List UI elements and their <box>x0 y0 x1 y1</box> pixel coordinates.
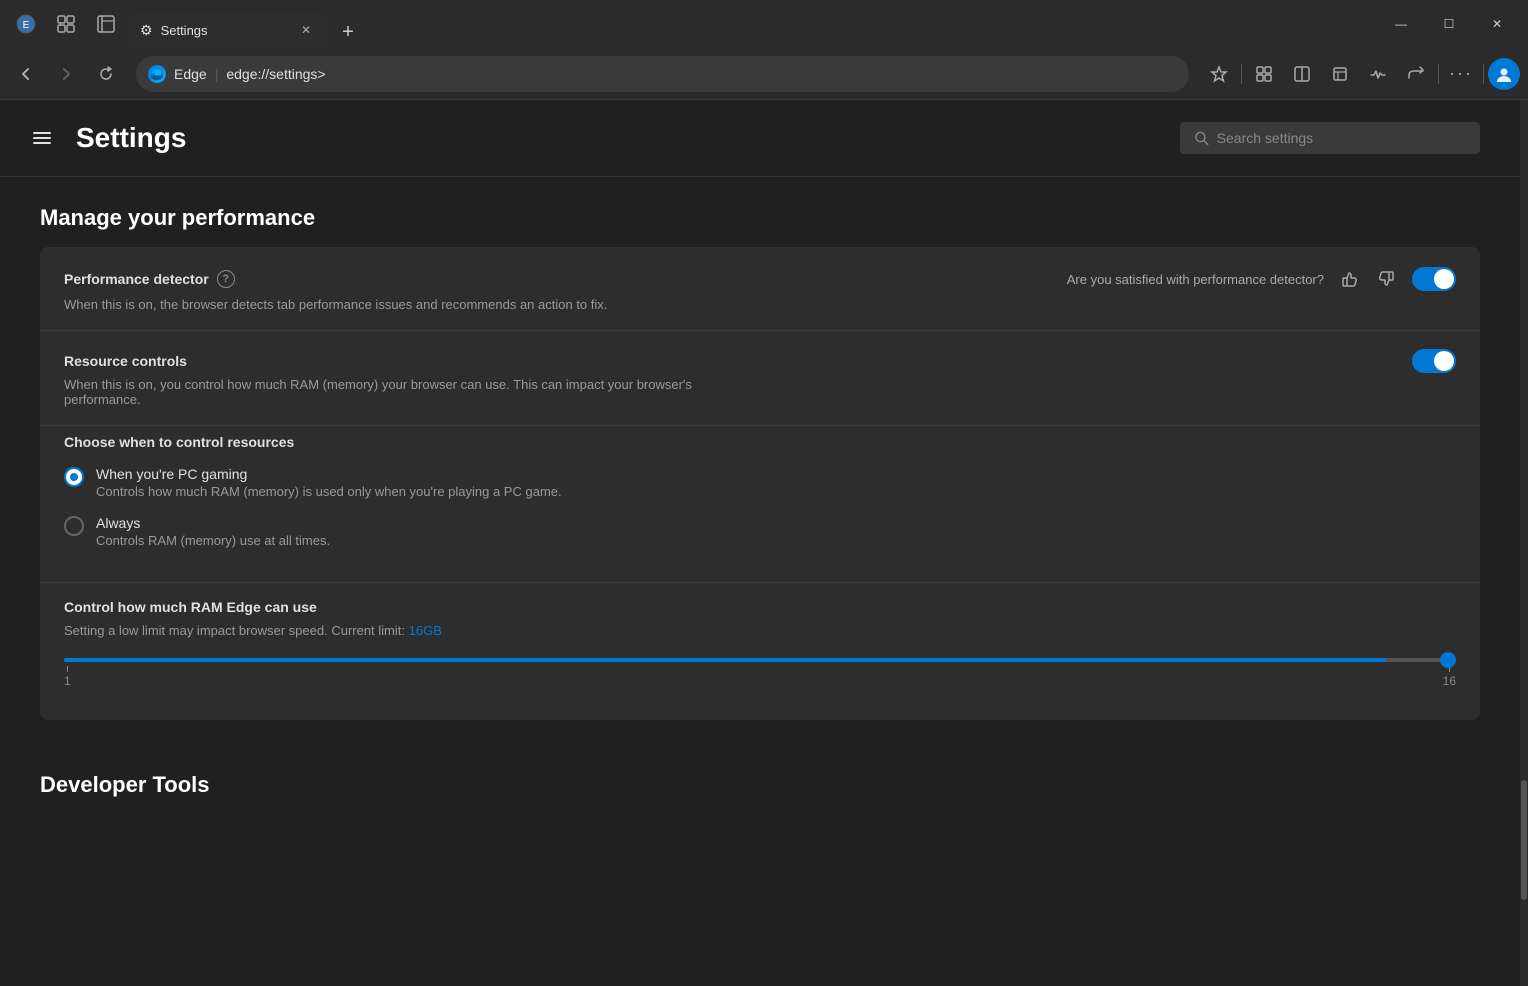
profile-button[interactable] <box>1488 58 1520 90</box>
maximize-button[interactable]: ☐ <box>1426 0 1472 48</box>
favorites-button[interactable] <box>1201 56 1237 92</box>
new-tab-button[interactable]: + <box>332 16 364 48</box>
slider-labels: 1 16 <box>64 666 1456 688</box>
resource-controls-header: Resource controls <box>64 349 1456 373</box>
profile-icon-btn[interactable]: E <box>8 6 44 42</box>
title-bar-left: E <box>8 6 124 42</box>
slider-current-limit[interactable]: 16GB <box>409 623 442 638</box>
close-button[interactable]: ✕ <box>1474 0 1520 48</box>
settings-header-left: Settings <box>24 120 186 156</box>
performance-detector-row: Performance detector ? Are you satisfied… <box>40 247 1480 331</box>
tab-area: ⚙ Settings ✕ + <box>128 0 1374 48</box>
radio-always-button[interactable] <box>64 516 84 536</box>
more-button[interactable]: ··· <box>1443 56 1479 92</box>
developer-tools-section: Developer Tools <box>40 744 1480 814</box>
search-settings-box[interactable] <box>1180 122 1480 154</box>
slider-max-value: 16 <box>1443 674 1456 688</box>
collections-button[interactable] <box>1322 56 1358 92</box>
window-controls: — ☐ ✕ <box>1378 0 1520 48</box>
radio-always-desc: Controls RAM (memory) use at all times. <box>96 533 330 548</box>
search-icon <box>1194 130 1209 146</box>
radio-always-text: Always Controls RAM (memory) use at all … <box>96 515 330 548</box>
edge-logo <box>148 65 166 83</box>
settings-content: Settings Manage your performance Perform… <box>0 100 1520 986</box>
resource-controls-row: Resource controls When this is on, you c… <box>40 331 1480 426</box>
slider-container: 1 16 <box>64 650 1456 696</box>
slider-section: Control how much RAM Edge can use Settin… <box>40 582 1480 720</box>
nav-bar: Edge | edge://settings> <box>0 48 1528 100</box>
tab-close-btn[interactable]: ✕ <box>296 20 316 40</box>
performance-detector-toggle[interactable] <box>1412 267 1456 291</box>
resource-controls-toggle[interactable] <box>1412 349 1456 373</box>
minimize-button[interactable]: — <box>1378 0 1424 48</box>
title-bar: E ⚙ Settings ✕ + — ☐ <box>0 0 1528 48</box>
tab-settings-icon: ⚙ <box>140 22 153 39</box>
feedback-text: Are you satisfied with performance detec… <box>1067 272 1324 287</box>
settings-body: Manage your performance Performance dete… <box>0 177 1520 854</box>
svg-text:E: E <box>23 20 30 31</box>
slider-min-label: 1 <box>64 666 71 688</box>
url-text: edge://settings> <box>226 66 325 82</box>
performance-detector-desc: When this is on, the browser detects tab… <box>64 297 764 312</box>
extensions-button[interactable] <box>1246 56 1282 92</box>
main-area: Settings Manage your performance Perform… <box>0 100 1528 986</box>
refresh-button[interactable] <box>88 56 124 92</box>
radio-gaming-text: When you're PC gaming Controls how much … <box>96 466 562 499</box>
performance-section-title: Manage your performance <box>40 177 1480 247</box>
url-separator: | <box>215 66 219 82</box>
workspaces-btn[interactable] <box>48 6 84 42</box>
settings-header: Settings <box>0 100 1520 177</box>
vertical-tabs-btn[interactable] <box>88 6 124 42</box>
hamburger-button[interactable] <box>24 120 60 156</box>
share-button[interactable] <box>1398 56 1434 92</box>
browser-name: Edge <box>174 66 207 82</box>
page-title: Settings <box>76 122 186 154</box>
radio-always-label: Always <box>96 515 330 531</box>
search-settings-input[interactable] <box>1217 130 1466 146</box>
settings-tab[interactable]: ⚙ Settings ✕ <box>128 12 328 48</box>
slider-desc: Setting a low limit may impact browser s… <box>64 623 1456 638</box>
performance-detector-title: Performance detector <box>64 271 209 287</box>
nav-divider-2 <box>1438 64 1439 84</box>
address-bar[interactable]: Edge | edge://settings> <box>136 56 1189 92</box>
nav-divider-1 <box>1241 64 1242 84</box>
performance-detector-right: Are you satisfied with performance detec… <box>1067 265 1456 293</box>
feedback-icons <box>1336 265 1400 293</box>
slider-title: Control how much RAM Edge can use <box>64 599 317 615</box>
slider-fill <box>64 658 1386 662</box>
radio-gaming-button[interactable] <box>64 467 84 487</box>
nav-right-icons: ··· <box>1201 56 1520 92</box>
thumbs-down-button[interactable] <box>1372 265 1400 293</box>
nav-divider-3 <box>1483 64 1484 84</box>
thumbs-up-button[interactable] <box>1336 265 1364 293</box>
radio-gaming-label: When you're PC gaming <box>96 466 562 482</box>
scrollbar[interactable] <box>1520 100 1528 986</box>
choose-when-title: Choose when to control resources <box>64 434 1456 450</box>
radio-section: Choose when to control resources When yo… <box>40 426 1480 582</box>
tab-settings-label: Settings <box>161 23 208 38</box>
heartbeat-button[interactable] <box>1360 56 1396 92</box>
resource-controls-title: Resource controls <box>64 353 187 369</box>
slider-track <box>64 658 1456 662</box>
slider-max-label: 16 <box>1443 666 1456 688</box>
performance-detector-header: Performance detector ? Are you satisfied… <box>64 265 1456 293</box>
slider-desc-prefix: Setting a low limit may impact browser s… <box>64 623 409 638</box>
performance-detector-help-icon[interactable]: ? <box>217 270 235 288</box>
back-button[interactable] <box>8 56 44 92</box>
scroll-thumb[interactable] <box>1521 780 1527 900</box>
slider-min-value: 1 <box>64 674 71 688</box>
slider-thumb[interactable] <box>1440 652 1456 668</box>
radio-gaming-desc: Controls how much RAM (memory) is used o… <box>96 484 562 499</box>
slider-row-header: Control how much RAM Edge can use <box>64 583 1456 623</box>
resource-controls-desc: When this is on, you control how much RA… <box>64 377 764 407</box>
forward-button[interactable] <box>48 56 84 92</box>
radio-option-always: Always Controls RAM (memory) use at all … <box>64 515 1456 548</box>
developer-tools-title: Developer Tools <box>40 744 1480 814</box>
performance-card: Performance detector ? Are you satisfied… <box>40 247 1480 720</box>
performance-detector-left: Performance detector ? <box>64 270 235 288</box>
radio-option-gaming: When you're PC gaming Controls how much … <box>64 466 1456 499</box>
split-screen-button[interactable] <box>1284 56 1320 92</box>
